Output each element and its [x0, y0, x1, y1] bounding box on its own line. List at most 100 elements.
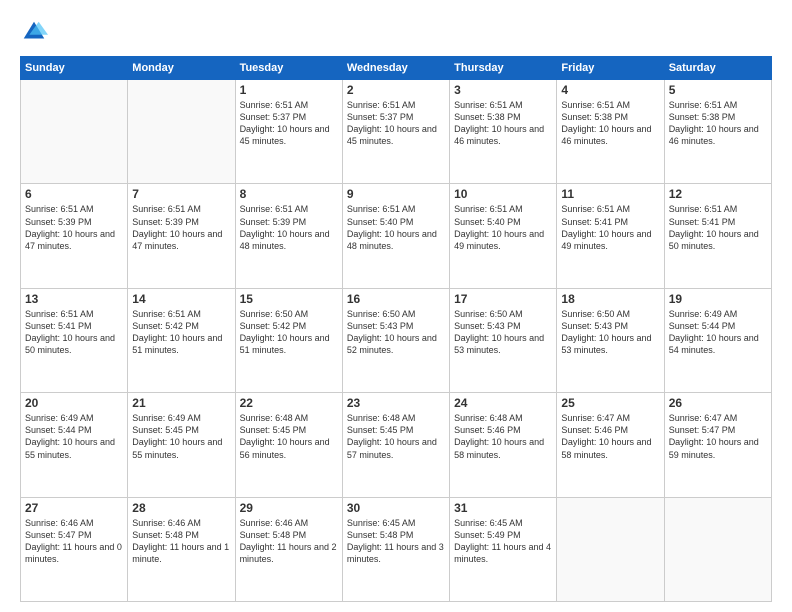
calendar-cell: 5 Sunrise: 6:51 AMSunset: 5:38 PMDaylight… — [664, 80, 771, 184]
col-header-thursday: Thursday — [450, 57, 557, 80]
cell-details: Sunrise: 6:49 AMSunset: 5:44 PMDaylight:… — [25, 412, 123, 461]
calendar-cell: 2 Sunrise: 6:51 AMSunset: 5:37 PMDaylight… — [342, 80, 449, 184]
day-number: 4 — [561, 83, 659, 97]
calendar-cell: 18Sunrise: 6:50 AMSunset: 5:43 PMDayligh… — [557, 288, 664, 392]
calendar-cell — [21, 80, 128, 184]
calendar-cell: 16Sunrise: 6:50 AMSunset: 5:43 PMDayligh… — [342, 288, 449, 392]
cell-details: Sunrise: 6:51 AMSunset: 5:40 PMDaylight:… — [454, 203, 552, 252]
calendar-header-row: SundayMondayTuesdayWednesdayThursdayFrid… — [21, 57, 772, 80]
calendar-cell: 4 Sunrise: 6:51 AMSunset: 5:38 PMDaylight… — [557, 80, 664, 184]
col-header-friday: Friday — [557, 57, 664, 80]
week-row-3: 13 Sunrise: 6:51 AMSunset: 5:41 PMDayligh… — [21, 288, 772, 392]
week-row-5: 27 Sunrise: 6:46 AMSunset: 5:47 PMDayligh… — [21, 497, 772, 601]
day-number: 29 — [240, 501, 338, 515]
calendar-cell: 9 Sunrise: 6:51 AMSunset: 5:40 PMDaylight… — [342, 184, 449, 288]
day-number: 27 — [25, 501, 123, 515]
cell-details: Sunrise: 6:51 AMSunset: 5:37 PMDaylight:… — [240, 99, 338, 148]
cell-details: Sunrise: 6:50 AMSunset: 5:42 PMDaylight:… — [240, 308, 338, 357]
day-number: 12 — [669, 187, 767, 201]
day-number: 31 — [454, 501, 552, 515]
calendar-cell: 14 Sunrise: 6:51 AMSunset: 5:42 PMDayligh… — [128, 288, 235, 392]
day-number: 17 — [454, 292, 552, 306]
cell-details: Sunrise: 6:45 AMSunset: 5:48 PMDaylight:… — [347, 517, 445, 566]
calendar-cell: 15 Sunrise: 6:50 AMSunset: 5:42 PMDayligh… — [235, 288, 342, 392]
page: SundayMondayTuesdayWednesdayThursdayFrid… — [0, 0, 792, 612]
cell-details: Sunrise: 6:51 AMSunset: 5:38 PMDaylight:… — [669, 99, 767, 148]
col-header-wednesday: Wednesday — [342, 57, 449, 80]
calendar-cell: 28Sunrise: 6:46 AMSunset: 5:48 PMDayligh… — [128, 497, 235, 601]
calendar-cell: 7 Sunrise: 6:51 AMSunset: 5:39 PMDaylight… — [128, 184, 235, 288]
day-number: 15 — [240, 292, 338, 306]
calendar-cell: 10 Sunrise: 6:51 AMSunset: 5:40 PMDayligh… — [450, 184, 557, 288]
cell-details: Sunrise: 6:49 AMSunset: 5:45 PMDaylight:… — [132, 412, 230, 461]
calendar-cell: 23 Sunrise: 6:48 AMSunset: 5:45 PMDayligh… — [342, 393, 449, 497]
day-number: 2 — [347, 83, 445, 97]
calendar-cell — [664, 497, 771, 601]
calendar-cell: 1 Sunrise: 6:51 AMSunset: 5:37 PMDaylight… — [235, 80, 342, 184]
day-number: 18 — [561, 292, 659, 306]
day-number: 5 — [669, 83, 767, 97]
calendar-cell: 12 Sunrise: 6:51 AMSunset: 5:41 PMDayligh… — [664, 184, 771, 288]
calendar-cell: 30Sunrise: 6:45 AMSunset: 5:48 PMDayligh… — [342, 497, 449, 601]
day-number: 22 — [240, 396, 338, 410]
calendar-cell: 19Sunrise: 6:49 AMSunset: 5:44 PMDayligh… — [664, 288, 771, 392]
calendar-cell — [557, 497, 664, 601]
day-number: 6 — [25, 187, 123, 201]
cell-details: Sunrise: 6:46 AMSunset: 5:48 PMDaylight:… — [240, 517, 338, 566]
day-number: 23 — [347, 396, 445, 410]
week-row-2: 6 Sunrise: 6:51 AMSunset: 5:39 PMDaylight… — [21, 184, 772, 288]
cell-details: Sunrise: 6:49 AMSunset: 5:44 PMDaylight:… — [669, 308, 767, 357]
day-number: 3 — [454, 83, 552, 97]
col-header-sunday: Sunday — [21, 57, 128, 80]
day-number: 8 — [240, 187, 338, 201]
day-number: 25 — [561, 396, 659, 410]
day-number: 13 — [25, 292, 123, 306]
cell-details: Sunrise: 6:48 AMSunset: 5:46 PMDaylight:… — [454, 412, 552, 461]
cell-details: Sunrise: 6:51 AMSunset: 5:42 PMDaylight:… — [132, 308, 230, 357]
calendar-cell: 29 Sunrise: 6:46 AMSunset: 5:48 PMDayligh… — [235, 497, 342, 601]
calendar-cell: 13 Sunrise: 6:51 AMSunset: 5:41 PMDayligh… — [21, 288, 128, 392]
cell-details: Sunrise: 6:50 AMSunset: 5:43 PMDaylight:… — [347, 308, 445, 357]
calendar-cell: 26Sunrise: 6:47 AMSunset: 5:47 PMDayligh… — [664, 393, 771, 497]
calendar-cell: 6 Sunrise: 6:51 AMSunset: 5:39 PMDaylight… — [21, 184, 128, 288]
day-number: 11 — [561, 187, 659, 201]
day-number: 1 — [240, 83, 338, 97]
cell-details: Sunrise: 6:51 AMSunset: 5:38 PMDaylight:… — [561, 99, 659, 148]
cell-details: Sunrise: 6:51 AMSunset: 5:40 PMDaylight:… — [347, 203, 445, 252]
day-number: 7 — [132, 187, 230, 201]
day-number: 21 — [132, 396, 230, 410]
day-number: 10 — [454, 187, 552, 201]
cell-details: Sunrise: 6:47 AMSunset: 5:46 PMDaylight:… — [561, 412, 659, 461]
day-number: 24 — [454, 396, 552, 410]
cell-details: Sunrise: 6:51 AMSunset: 5:39 PMDaylight:… — [132, 203, 230, 252]
cell-details: Sunrise: 6:51 AMSunset: 5:39 PMDaylight:… — [25, 203, 123, 252]
day-number: 9 — [347, 187, 445, 201]
week-row-1: 1 Sunrise: 6:51 AMSunset: 5:37 PMDaylight… — [21, 80, 772, 184]
cell-details: Sunrise: 6:51 AMSunset: 5:38 PMDaylight:… — [454, 99, 552, 148]
cell-details: Sunrise: 6:51 AMSunset: 5:41 PMDaylight:… — [669, 203, 767, 252]
calendar-cell: 24 Sunrise: 6:48 AMSunset: 5:46 PMDayligh… — [450, 393, 557, 497]
logo — [20, 18, 52, 46]
calendar-cell: 17Sunrise: 6:50 AMSunset: 5:43 PMDayligh… — [450, 288, 557, 392]
cell-details: Sunrise: 6:51 AMSunset: 5:37 PMDaylight:… — [347, 99, 445, 148]
cell-details: Sunrise: 6:45 AMSunset: 5:49 PMDaylight:… — [454, 517, 552, 566]
calendar-cell: 20 Sunrise: 6:49 AMSunset: 5:44 PMDayligh… — [21, 393, 128, 497]
week-row-4: 20 Sunrise: 6:49 AMSunset: 5:44 PMDayligh… — [21, 393, 772, 497]
calendar-cell: 22 Sunrise: 6:48 AMSunset: 5:45 PMDayligh… — [235, 393, 342, 497]
cell-details: Sunrise: 6:48 AMSunset: 5:45 PMDaylight:… — [240, 412, 338, 461]
calendar-cell: 21 Sunrise: 6:49 AMSunset: 5:45 PMDayligh… — [128, 393, 235, 497]
cell-details: Sunrise: 6:48 AMSunset: 5:45 PMDaylight:… — [347, 412, 445, 461]
cell-details: Sunrise: 6:51 AMSunset: 5:39 PMDaylight:… — [240, 203, 338, 252]
calendar-cell — [128, 80, 235, 184]
calendar-cell: 11 Sunrise: 6:51 AMSunset: 5:41 PMDayligh… — [557, 184, 664, 288]
col-header-saturday: Saturday — [664, 57, 771, 80]
calendar-cell: 3 Sunrise: 6:51 AMSunset: 5:38 PMDaylight… — [450, 80, 557, 184]
cell-details: Sunrise: 6:46 AMSunset: 5:47 PMDaylight:… — [25, 517, 123, 566]
col-header-tuesday: Tuesday — [235, 57, 342, 80]
day-number: 14 — [132, 292, 230, 306]
calendar: SundayMondayTuesdayWednesdayThursdayFrid… — [20, 56, 772, 602]
cell-details: Sunrise: 6:51 AMSunset: 5:41 PMDaylight:… — [25, 308, 123, 357]
day-number: 20 — [25, 396, 123, 410]
cell-details: Sunrise: 6:51 AMSunset: 5:41 PMDaylight:… — [561, 203, 659, 252]
calendar-cell: 27 Sunrise: 6:46 AMSunset: 5:47 PMDayligh… — [21, 497, 128, 601]
